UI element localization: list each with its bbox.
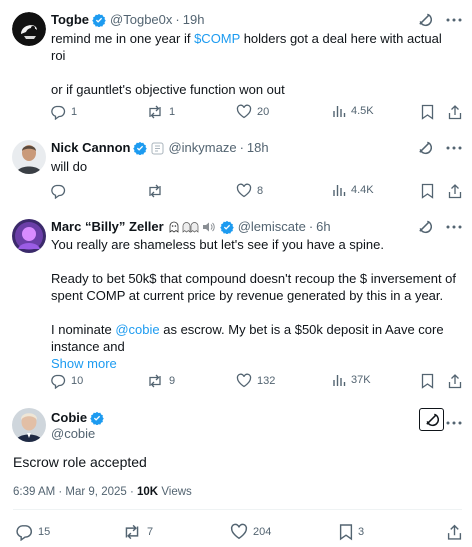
like-button[interactable]: 8: [236, 183, 263, 198]
avatar[interactable]: [12, 140, 46, 174]
more-options-icon[interactable]: [446, 146, 462, 150]
main-tweet-text: Escrow role accepted: [13, 454, 147, 470]
separator-dot: ·: [239, 140, 244, 155]
author-handle[interactable]: @Togbe0x: [110, 12, 172, 28]
repost-icon: [125, 524, 139, 540]
views-button[interactable]: 4.4K: [332, 183, 374, 197]
tweet-time[interactable]: 19h: [183, 12, 205, 28]
share-icon[interactable]: [448, 183, 462, 199]
like-button[interactable]: 20: [236, 104, 269, 119]
tweet-actions: 8 4.4K: [50, 183, 462, 201]
repost-icon: [149, 105, 161, 119]
separator-dot: ·: [308, 219, 314, 234]
ghost-pair-emoji-icon: [182, 222, 199, 233]
author-handle[interactable]: @cobie: [51, 426, 95, 442]
tweet-actions: 1 1 20 4.5K: [50, 104, 462, 122]
repost-button[interactable]: 9: [146, 373, 175, 389]
divider: [13, 509, 462, 510]
show-more-link[interactable]: Show more: [51, 355, 458, 372]
repost-button[interactable]: 1: [146, 104, 175, 120]
ghost-emoji-icon: [169, 221, 179, 233]
like-button[interactable]: 204: [230, 523, 271, 540]
grok-icon[interactable]: [417, 140, 432, 155]
repost-icon: [149, 184, 161, 198]
reply-button[interactable]: [50, 183, 71, 199]
reply-icon: [51, 374, 66, 389]
repost-icon: [149, 374, 161, 388]
tweet-text: remind me in one year if $COMP holders g…: [51, 31, 442, 97]
more-options-icon[interactable]: [446, 421, 462, 425]
cashtag-link[interactable]: $COMP: [194, 31, 240, 46]
reply-icon: [51, 105, 66, 120]
separator-dot: ·: [175, 12, 180, 27]
view-count: 10K: [137, 486, 159, 498]
affiliate-badge-icon[interactable]: [151, 142, 164, 155]
avatar[interactable]: [12, 219, 46, 253]
repost-button[interactable]: [146, 183, 169, 199]
speaker-emoji-icon: [202, 222, 215, 232]
verified-badge-icon: [92, 13, 106, 27]
tweet-text: You really are shameless but let's see i…: [51, 237, 458, 372]
reply-button[interactable]: 15: [15, 523, 50, 541]
author-handle[interactable]: @inkymaze: [168, 140, 236, 156]
avatar[interactable]: [12, 408, 46, 442]
share-icon[interactable]: [448, 373, 462, 389]
views-button[interactable]: 37K: [332, 373, 371, 387]
views-button[interactable]: 4.5K: [332, 104, 374, 118]
like-button[interactable]: 132: [236, 373, 275, 388]
author-name[interactable]: Marc “Billy” Zeller: [51, 219, 164, 235]
author-name[interactable]: Nick Cannon: [51, 140, 130, 156]
grok-icon[interactable]: [417, 219, 432, 234]
verified-badge-icon: [90, 411, 104, 425]
share-icon[interactable]: [447, 523, 462, 541]
grok-button[interactable]: [419, 408, 444, 431]
grok-icon: [426, 413, 439, 427]
reply-tweet-togbe[interactable]: Togbe @Togbe0x · 19h remind me in one ye…: [0, 0, 472, 130]
tweet-text: will do: [51, 159, 88, 174]
tweet-timestamp[interactable]: 6:39 AM · Mar 9, 2025 · 10K Views: [13, 485, 192, 499]
repost-button[interactable]: 7: [122, 523, 153, 541]
bookmark-icon[interactable]: [421, 183, 434, 199]
reply-tweet-nick-cannon[interactable]: Nick Cannon @inkymaze · 18h will do 8 4.…: [0, 130, 472, 210]
more-options-icon[interactable]: [446, 225, 462, 229]
author-handle[interactable]: @lemiscate: [238, 219, 306, 235]
analytics-icon: [333, 106, 346, 117]
bookmark-icon: [339, 524, 353, 541]
verified-badge-icon: [133, 141, 148, 155]
main-tweet-actions: 15 7 204 3: [15, 523, 462, 541]
tweet-actions: 10 9 132 37K: [50, 373, 462, 391]
reply-button[interactable]: 1: [50, 104, 77, 120]
reply-button[interactable]: 10: [50, 373, 83, 389]
bookmark-icon[interactable]: [421, 373, 434, 389]
bookmark-button[interactable]: 3: [339, 523, 364, 541]
analytics-icon: [333, 185, 346, 196]
heart-icon: [236, 373, 252, 388]
share-icon[interactable]: [448, 104, 462, 120]
grok-icon[interactable]: [417, 12, 432, 27]
tweet-time[interactable]: 18h: [247, 140, 269, 156]
analytics-icon: [333, 375, 346, 386]
mention-link[interactable]: @cobie: [115, 322, 159, 337]
more-options-icon[interactable]: [446, 18, 462, 22]
reply-icon: [16, 525, 32, 541]
author-name[interactable]: Togbe: [51, 12, 89, 28]
tweet-time[interactable]: 6h: [316, 219, 330, 235]
author-name[interactable]: Cobie: [51, 410, 87, 426]
avatar[interactable]: [12, 12, 46, 46]
reply-tweet-marc-zeller[interactable]: Marc “Billy” Zeller @lemiscate · 6h You …: [0, 210, 472, 400]
heart-icon: [236, 183, 252, 198]
heart-icon: [236, 104, 252, 119]
verified-badge-icon: [219, 220, 234, 234]
heart-icon: [230, 523, 248, 540]
reply-icon: [51, 184, 66, 199]
bookmark-icon[interactable]: [421, 104, 434, 120]
